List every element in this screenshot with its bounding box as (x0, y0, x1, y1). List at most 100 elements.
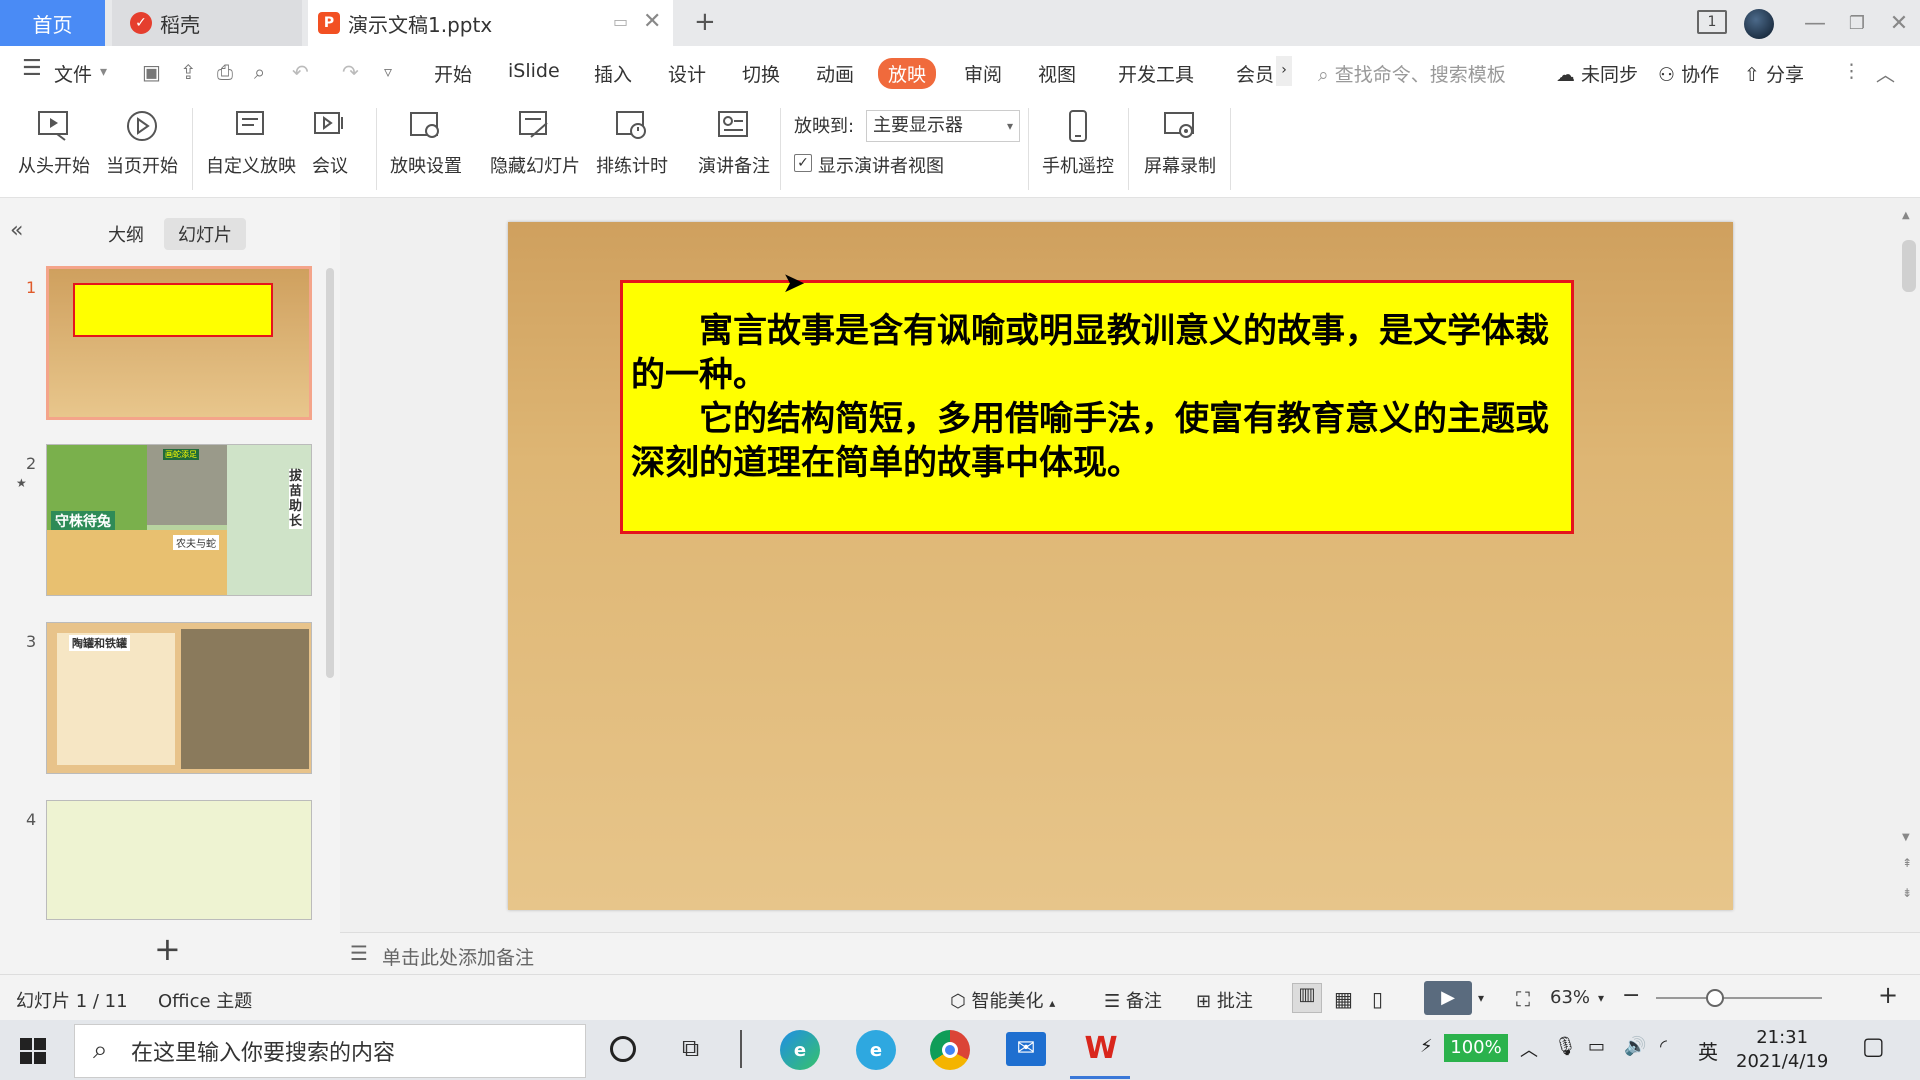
tab-design[interactable]: 设计 (668, 60, 706, 87)
export-icon[interactable]: ⇪ (180, 60, 197, 84)
undo-icon[interactable]: ↶ (292, 60, 309, 84)
task-view-icon[interactable]: ⧉ (682, 1034, 699, 1062)
hide-slide-button[interactable]: 隐藏幻灯片 (490, 106, 580, 178)
chevron-right-icon[interactable]: › (1276, 56, 1292, 86)
collapse-pane-icon[interactable]: « (10, 218, 23, 243)
tab-document[interactable]: P 演示文稿1.pptx ▭ ✕ (308, 0, 673, 46)
custom-show-button[interactable]: 自定义放映 (206, 106, 296, 178)
prev-slide-icon[interactable]: ⇞ (1902, 856, 1912, 870)
command-search[interactable]: ⌕ 查找命令、搜索模板 (1318, 60, 1506, 87)
play-slideshow-button[interactable]: ▶ (1424, 981, 1472, 1015)
new-tab-button[interactable]: + (694, 7, 716, 37)
windows-start-icon[interactable] (20, 1038, 46, 1069)
screen-record-button[interactable]: 屏幕录制 (1144, 106, 1216, 178)
restore-icon[interactable]: ❐ (1842, 8, 1872, 38)
tab-member[interactable]: 会员 (1236, 60, 1274, 87)
show-to-select[interactable]: 主要显示器 ▾ (866, 110, 1020, 142)
from-current-button[interactable]: 当页开始 (106, 106, 178, 178)
file-menu[interactable]: 文件 (54, 60, 92, 87)
battery-percent[interactable]: 100% (1444, 1034, 1508, 1062)
redo-icon[interactable]: ↷ (342, 60, 359, 84)
edge-icon[interactable]: e (780, 1030, 820, 1070)
editor-scrollbar[interactable]: ▲ ▼ ⇞ ⇟ (1902, 210, 1916, 930)
theme-name[interactable]: Office 主题 (158, 987, 252, 1013)
print-icon[interactable]: ⎙ (217, 60, 233, 84)
taskbar-search[interactable]: ⌕ 在这里输入你要搜索的内容 (74, 1024, 586, 1078)
collapse-ribbon-icon[interactable]: ︿ (1876, 60, 1895, 87)
avatar[interactable] (1744, 9, 1774, 39)
zoom-slider-thumb[interactable] (1706, 989, 1724, 1007)
notes-toggle-button[interactable]: ☰ 备注 (1104, 987, 1162, 1013)
chevron-down-icon[interactable]: ▾ (1598, 991, 1604, 1005)
tab-developer[interactable]: 开发工具 (1118, 60, 1194, 87)
microphone-icon[interactable]: 🎙 (1554, 1036, 1577, 1057)
ie-browser-icon[interactable]: e (856, 1030, 896, 1070)
slide-textbox[interactable]: 寓言故事是含有讽喻或明显教训意义的故事，是文学体裁的一种。 它的结构简短，多用借… (620, 280, 1574, 534)
meeting-button[interactable]: 会议 (310, 106, 350, 178)
phone-remote-button[interactable]: 手机遥控 (1042, 106, 1114, 178)
tab-daoke[interactable]: ✓ 稻壳 (112, 0, 302, 46)
window-mode-icon[interactable]: ▭ (613, 12, 628, 31)
tab-home[interactable]: 首页 (0, 0, 105, 46)
scroll-up-icon[interactable]: ▲ (1902, 210, 1910, 221)
scroll-thumb[interactable] (1902, 240, 1916, 292)
tab-slideshow[interactable]: 放映 (878, 58, 937, 89)
fit-window-icon[interactable]: ⛶ (1516, 987, 1530, 1011)
slide-thumbnail-2[interactable]: 守株待兔 画蛇添足 农夫与蛇 拔苗助长 (46, 444, 312, 596)
wifi-icon[interactable]: ◜ (1660, 1036, 1667, 1057)
presenter-view-checkbox[interactable]: ✓ (794, 154, 812, 172)
slide-thumbnail-1[interactable] (46, 266, 312, 420)
normal-view-icon[interactable]: ▥ (1292, 983, 1322, 1013)
tab-outline[interactable]: 大纲 (94, 218, 158, 250)
grid-view-icon[interactable]: ▦ (1334, 987, 1353, 1011)
comments-button[interactable]: ⊞ 批注 (1196, 987, 1253, 1013)
taskbar-clock[interactable]: 21:31 2021/4/19 (1736, 1026, 1828, 1074)
tab-view[interactable]: 视图 (1038, 60, 1076, 87)
notes-area[interactable]: ☰ 单击此处添加备注 (340, 932, 1920, 974)
customize-qa-icon[interactable]: ▿ (384, 62, 392, 81)
tab-islide[interactable]: iSlide (508, 60, 560, 82)
sync-button[interactable]: ☁ 未同步 (1556, 60, 1638, 87)
input-method[interactable]: 英 (1698, 1036, 1718, 1065)
speaker-notes-button[interactable]: 演讲备注 (698, 106, 770, 178)
zoom-in-icon[interactable]: + (1878, 981, 1898, 1009)
slide-thumbnail-3[interactable]: 陶罐和铁罐 (46, 622, 312, 774)
show-settings-button[interactable]: 放映设置 (390, 106, 462, 178)
reading-view-icon[interactable]: ▯ (1372, 987, 1383, 1011)
zoom-level[interactable]: 63% (1550, 987, 1590, 1008)
tab-slides[interactable]: 幻灯片 (164, 218, 246, 250)
share-button[interactable]: ⇧ 分享 (1744, 60, 1804, 87)
from-start-button[interactable]: 从头开始 (18, 106, 90, 178)
minimize-icon[interactable]: — (1800, 8, 1830, 38)
slide-thumbnail-4[interactable] (46, 800, 312, 920)
next-slide-icon[interactable]: ⇟ (1902, 886, 1912, 900)
battery-icon[interactable]: ▭ (1588, 1036, 1605, 1057)
zoom-slider[interactable] (1656, 997, 1822, 999)
tab-transition[interactable]: 切换 (742, 60, 780, 87)
zoom-out-icon[interactable]: − (1622, 983, 1640, 1008)
volume-icon[interactable]: 🔊 (1624, 1036, 1646, 1057)
mail-icon[interactable]: ✉ (1006, 1032, 1046, 1066)
add-slide-button[interactable]: + (154, 930, 181, 968)
smart-beautify-button[interactable]: ⬡ 智能美化 ▴ (950, 987, 1055, 1013)
cortana-icon[interactable] (610, 1036, 636, 1062)
chrome-icon[interactable] (930, 1030, 970, 1070)
chevron-up-icon[interactable]: ︿ (1520, 1036, 1538, 1062)
save-icon[interactable]: ▣ (142, 60, 161, 84)
close-tab-icon[interactable]: ✕ (643, 9, 661, 34)
notification-icon[interactable]: ▢ (1862, 1032, 1885, 1060)
power-plug-icon[interactable]: ⚡ (1420, 1036, 1433, 1057)
more-icon[interactable]: ⋮ (1842, 60, 1861, 82)
pane-scrollbar[interactable] (326, 268, 334, 678)
tab-animation[interactable]: 动画 (816, 60, 854, 87)
scroll-down-icon[interactable]: ▼ (1902, 832, 1910, 843)
collaborate-button[interactable]: ⚇ 协作 (1658, 60, 1719, 87)
tab-review[interactable]: 审阅 (964, 60, 1002, 87)
wps-icon[interactable]: W (1082, 1030, 1120, 1068)
tab-insert[interactable]: 插入 (594, 60, 632, 87)
page-indicator-icon[interactable]: 1 (1697, 10, 1727, 34)
rehearse-button[interactable]: 排练计时 (596, 106, 668, 178)
chevron-down-icon[interactable]: ▾ (100, 64, 107, 80)
chevron-down-icon[interactable]: ▾ (1478, 991, 1484, 1005)
tab-start[interactable]: 开始 (434, 60, 472, 87)
